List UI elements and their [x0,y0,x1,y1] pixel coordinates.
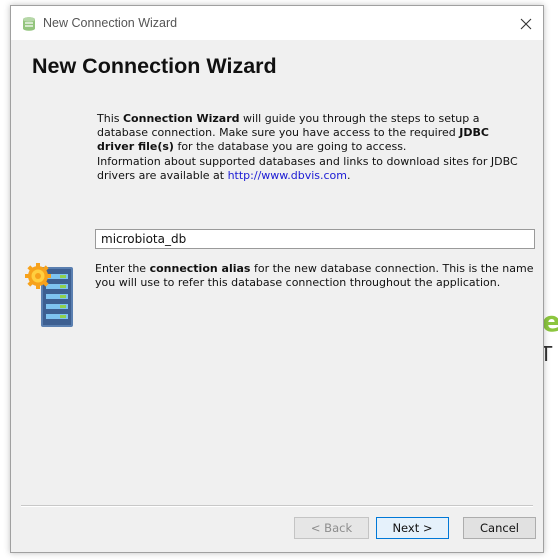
alias-help-bold: connection alias [149,262,251,275]
page-title: New Connection Wizard [32,54,277,78]
new-connection-wizard-dialog: New Connection Wizard New Connection Wiz… [10,5,544,553]
intro-text: This Connection Wizard will guide you th… [97,112,529,183]
dbvis-link[interactable]: http://www.dbvis.com [228,169,347,182]
dbvis-app-icon [21,16,37,32]
close-icon [520,18,532,30]
database-server-icon [24,259,80,331]
intro-text-part: This [97,112,123,125]
alias-help-part: Enter the [95,262,150,275]
background-window [544,0,558,560]
window-title: New Connection Wizard [43,16,178,30]
alias-help-text: Enter the connection alias for the new d… [95,262,535,290]
intro-text-part: . [347,168,351,182]
connection-alias-input[interactable] [95,229,535,249]
back-button[interactable]: < Back [294,517,369,539]
cancel-button[interactable]: Cancel [463,517,536,539]
background-app-logo: e [542,305,558,338]
intro-text-part: for the database you are going to access… [173,140,407,154]
next-button[interactable]: Next > [376,517,449,539]
close-button[interactable] [511,10,541,38]
footer-separator [21,505,533,507]
intro-text-bold: Connection Wizard [122,112,240,125]
title-bar[interactable]: New Connection Wizard [11,6,543,41]
